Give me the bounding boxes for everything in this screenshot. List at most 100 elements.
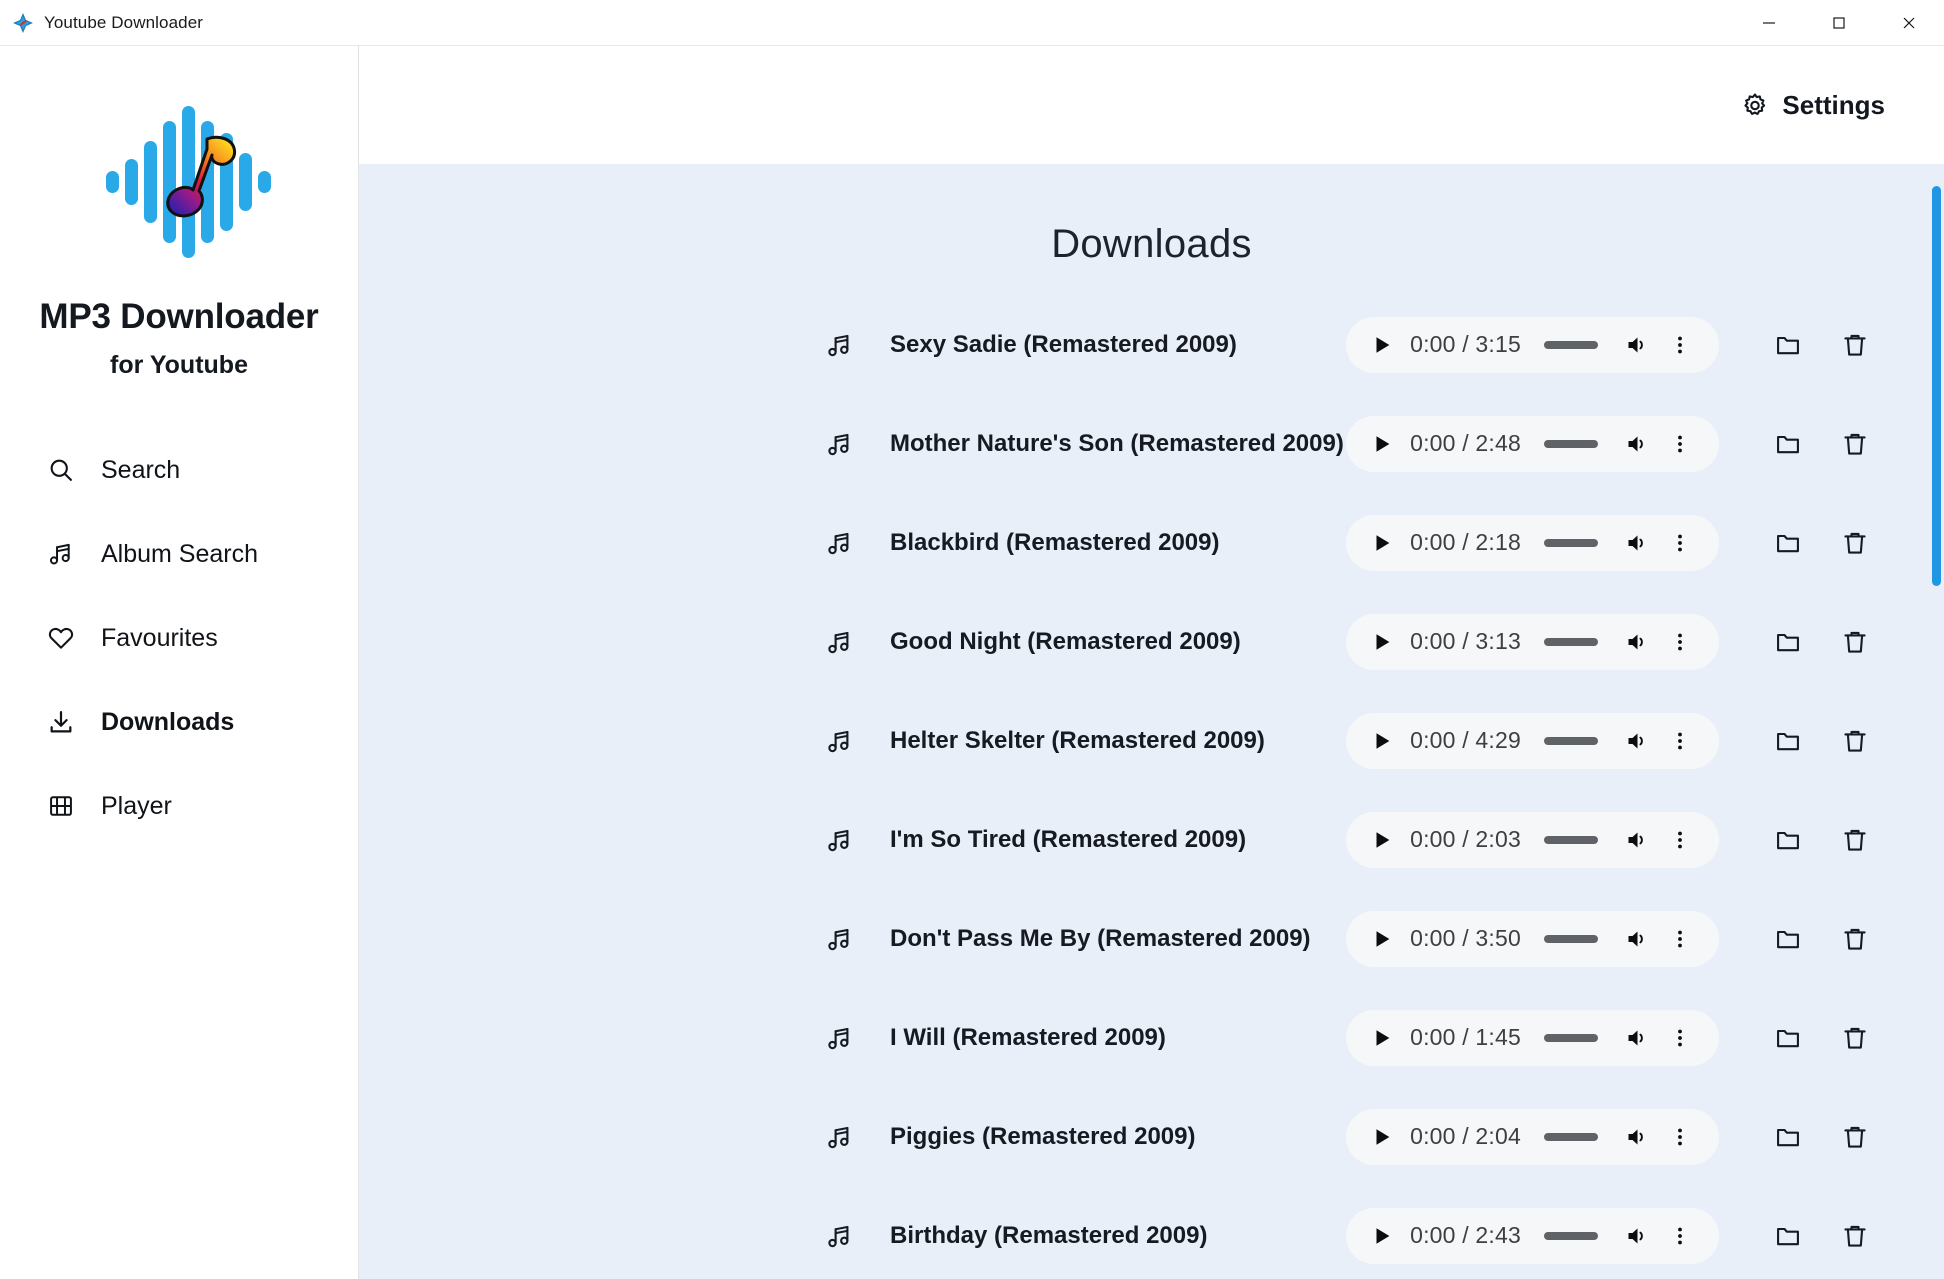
music-note-icon <box>825 1122 855 1152</box>
play-icon[interactable] <box>1360 818 1404 862</box>
more-vertical-icon[interactable] <box>1659 917 1701 961</box>
sidebar-item-favourites[interactable]: Favourites <box>0 596 358 680</box>
folder-icon[interactable] <box>1761 516 1815 570</box>
volume-icon[interactable] <box>1615 1214 1659 1258</box>
play-icon[interactable] <box>1360 422 1404 466</box>
sidebar-item-label: Player <box>101 791 172 820</box>
more-vertical-icon[interactable] <box>1659 620 1701 664</box>
progress-bar[interactable] <box>1544 538 1598 547</box>
volume-icon[interactable] <box>1615 917 1659 961</box>
play-icon[interactable] <box>1360 620 1404 664</box>
volume-icon[interactable] <box>1615 1016 1659 1060</box>
progress-bar[interactable] <box>1544 835 1598 844</box>
volume-icon[interactable] <box>1615 620 1659 664</box>
sidebar: MP3 Downloader for Youtube Search Album … <box>0 46 359 1279</box>
music-note-icon <box>825 726 855 756</box>
track-title: Sexy Sadie (Remastered 2009) <box>890 330 1237 358</box>
title-bar-left: Youtube Downloader <box>0 12 203 34</box>
play-icon[interactable] <box>1360 323 1404 367</box>
table-row[interactable]: Mother Nature's Son (Remastered 2009) 0:… <box>359 394 1944 493</box>
folder-icon[interactable] <box>1761 813 1815 867</box>
table-row[interactable]: Birthday (Remastered 2009) 0:00 / 2:43 <box>359 1186 1944 1279</box>
progress-bar[interactable] <box>1544 637 1598 646</box>
table-row[interactable]: I Will (Remastered 2009) 0:00 / 1:45 <box>359 988 1944 1087</box>
play-icon[interactable] <box>1360 521 1404 565</box>
folder-icon[interactable] <box>1761 318 1815 372</box>
more-vertical-icon[interactable] <box>1659 521 1701 565</box>
trash-icon[interactable] <box>1828 912 1882 966</box>
more-vertical-icon[interactable] <box>1659 719 1701 763</box>
maximize-icon[interactable] <box>1804 0 1874 46</box>
progress-bar[interactable] <box>1544 1033 1598 1042</box>
folder-icon[interactable] <box>1761 714 1815 768</box>
play-icon[interactable] <box>1360 1214 1404 1258</box>
content-scrollbar[interactable] <box>1930 164 1944 1279</box>
volume-icon[interactable] <box>1615 323 1659 367</box>
trash-icon[interactable] <box>1828 318 1882 372</box>
audio-player-controls: 0:00 / 1:45 <box>1346 1009 1719 1066</box>
progress-bar[interactable] <box>1544 1132 1598 1141</box>
minimize-icon[interactable] <box>1734 0 1804 46</box>
table-row[interactable]: Sexy Sadie (Remastered 2009) 0:00 / 3:15 <box>359 295 1944 394</box>
sidebar-item-album-search[interactable]: Album Search <box>0 512 358 596</box>
folder-icon[interactable] <box>1761 417 1815 471</box>
trash-icon[interactable] <box>1828 615 1882 669</box>
table-row[interactable]: Don't Pass Me By (Remastered 2009) 0:00 … <box>359 889 1944 988</box>
volume-icon[interactable] <box>1615 818 1659 862</box>
table-row[interactable]: Piggies (Remastered 2009) 0:00 / 2:04 <box>359 1087 1944 1186</box>
track-title: Mother Nature's Son (Remastered 2009) <box>890 429 1344 457</box>
progress-bar[interactable] <box>1544 934 1598 943</box>
folder-icon[interactable] <box>1761 615 1815 669</box>
folder-icon[interactable] <box>1761 1011 1815 1065</box>
table-row[interactable]: Blackbird (Remastered 2009) 0:00 / 2:18 <box>359 493 1944 592</box>
sidebar-item-player[interactable]: Player <box>0 764 358 848</box>
volume-icon[interactable] <box>1615 521 1659 565</box>
table-row[interactable]: Good Night (Remastered 2009) 0:00 / 3:13 <box>359 592 1944 691</box>
folder-icon[interactable] <box>1761 1110 1815 1164</box>
close-icon[interactable] <box>1874 0 1944 46</box>
sidebar-item-search[interactable]: Search <box>0 428 358 512</box>
trash-icon[interactable] <box>1828 1209 1882 1263</box>
trash-icon[interactable] <box>1828 516 1882 570</box>
sidebar-item-label: Downloads <box>101 707 235 736</box>
more-vertical-icon[interactable] <box>1659 1214 1701 1258</box>
progress-bar[interactable] <box>1544 1231 1598 1240</box>
play-icon[interactable] <box>1360 719 1404 763</box>
sidebar-item-downloads[interactable]: Downloads <box>0 680 358 764</box>
audio-player-controls: 0:00 / 2:03 <box>1346 811 1719 868</box>
play-icon[interactable] <box>1360 1115 1404 1159</box>
audio-player-controls: 0:00 / 2:04 <box>1346 1108 1719 1165</box>
trash-icon[interactable] <box>1828 417 1882 471</box>
body-area: MP3 Downloader for Youtube Search Album … <box>0 46 1944 1279</box>
sidebar-nav: Search Album Search Favourites Downloads… <box>0 428 358 848</box>
volume-icon[interactable] <box>1615 719 1659 763</box>
settings-button[interactable]: Settings <box>1737 84 1889 127</box>
top-bar: Settings <box>359 46 1944 164</box>
progress-bar[interactable] <box>1544 439 1598 448</box>
progress-bar[interactable] <box>1544 340 1598 349</box>
sidebar-item-label: Search <box>101 455 181 484</box>
more-vertical-icon[interactable] <box>1659 323 1701 367</box>
table-row[interactable]: Helter Skelter (Remastered 2009) 0:00 / … <box>359 691 1944 790</box>
volume-icon[interactable] <box>1615 422 1659 466</box>
trash-icon[interactable] <box>1828 1110 1882 1164</box>
search-icon <box>47 456 75 484</box>
play-icon[interactable] <box>1360 917 1404 961</box>
volume-icon[interactable] <box>1615 1115 1659 1159</box>
downloads-content: Downloads Sexy Sadie (Remastered 2009) 0… <box>359 164 1944 1279</box>
table-row[interactable]: I'm So Tired (Remastered 2009) 0:00 / 2:… <box>359 790 1944 889</box>
more-vertical-icon[interactable] <box>1659 1115 1701 1159</box>
scrollbar-thumb[interactable] <box>1932 186 1941 586</box>
film-strip-icon <box>47 792 75 820</box>
trash-icon[interactable] <box>1828 714 1882 768</box>
trash-icon[interactable] <box>1828 813 1882 867</box>
more-vertical-icon[interactable] <box>1659 422 1701 466</box>
folder-icon[interactable] <box>1761 912 1815 966</box>
folder-icon[interactable] <box>1761 1209 1815 1263</box>
trash-icon[interactable] <box>1828 1011 1882 1065</box>
more-vertical-icon[interactable] <box>1659 818 1701 862</box>
more-vertical-icon[interactable] <box>1659 1016 1701 1060</box>
progress-bar[interactable] <box>1544 736 1598 745</box>
music-note-icon <box>825 429 855 459</box>
play-icon[interactable] <box>1360 1016 1404 1060</box>
